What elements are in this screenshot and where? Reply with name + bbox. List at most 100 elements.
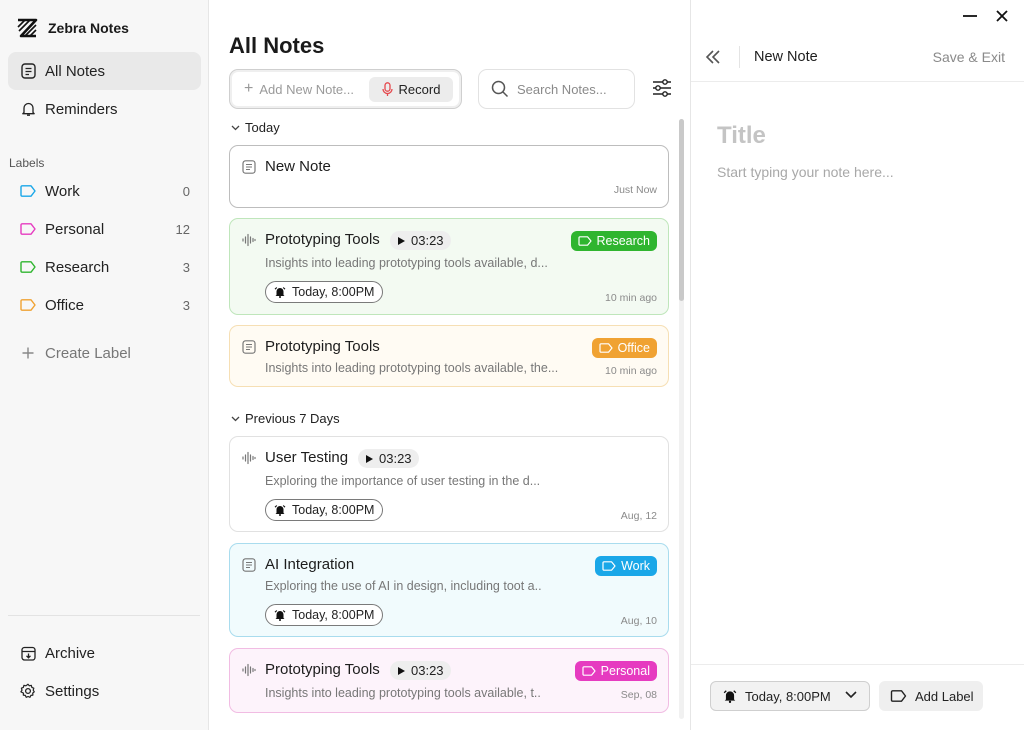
close-button[interactable] [990, 6, 1014, 26]
reminder-text: Today, 8:00PM [292, 608, 375, 622]
nav-label: Reminders [45, 100, 118, 118]
nav-settings[interactable]: Settings [8, 672, 201, 710]
add-label-button[interactable]: Add Label [879, 681, 983, 711]
nav-label: All Notes [45, 62, 106, 80]
chevron-down-icon [845, 691, 857, 699]
body-field[interactable]: Start typing your note here... [717, 164, 894, 180]
note-card[interactable]: Prototyping Tools Office Insights into l… [229, 325, 669, 387]
editor-footer: Today, 8:00PM Add Label [691, 664, 1024, 730]
reminder-text: Today, 8:00PM [292, 503, 375, 517]
nav-all-notes[interactable]: All Notes [8, 52, 201, 90]
note-title: Prototyping Tools [265, 338, 380, 355]
label-item-research[interactable]: Research 3 [8, 248, 201, 286]
label-count: 0 [182, 183, 190, 199]
tag-icon [890, 690, 907, 702]
title-field[interactable]: Title [717, 122, 766, 150]
group-label: Previous 7 Days [245, 411, 340, 426]
note-doc-icon [242, 340, 256, 354]
reminder-text: Today, 8:00PM [292, 285, 375, 299]
scrollbar-thumb[interactable] [679, 119, 684, 301]
tag-icon [20, 297, 36, 313]
note-title: User Testing [265, 449, 349, 466]
sliders-icon [653, 79, 671, 97]
note-time: 10 min ago [605, 365, 657, 377]
audio-wave-icon [242, 663, 256, 677]
note-title: AI Integration [265, 556, 355, 573]
header-divider [739, 46, 740, 68]
badge-text: Office [617, 341, 650, 355]
label-count: 12 [175, 221, 190, 237]
record-button[interactable]: Record [369, 77, 453, 102]
badge-text: Research [596, 234, 651, 248]
label-item-personal[interactable]: Personal 12 [8, 210, 201, 248]
gear-icon [20, 683, 36, 699]
note-time: Sep, 08 [620, 689, 657, 701]
note-card[interactable]: New Note Just Now [229, 145, 669, 208]
reminder-chip[interactable]: Today, 8:00PM [265, 281, 384, 303]
filter-button[interactable] [651, 77, 675, 101]
audio-duration[interactable]: 03:23 [358, 449, 419, 468]
duration-text: 03:23 [379, 451, 412, 466]
duration-text: 03:23 [411, 233, 444, 248]
note-card[interactable]: Prototyping Tools 03:23 Personal Insight… [229, 648, 669, 713]
audio-duration[interactable]: 03:23 [390, 231, 451, 250]
chevron-down-icon [231, 125, 240, 130]
search-placeholder: Search Notes... [517, 81, 607, 97]
alarm-icon [274, 610, 286, 621]
reminder-select[interactable]: Today, 8:00PM [710, 681, 870, 711]
note-title: Prototyping Tools [265, 661, 380, 678]
bell-icon [20, 101, 36, 117]
create-label-text: Create Label [45, 344, 131, 362]
search-icon [491, 80, 509, 98]
label-badge[interactable]: Office [591, 338, 657, 358]
editor-header: New Note Save & Exit [691, 34, 1024, 82]
reminder-chip[interactable]: Today, 8:00PM [265, 604, 384, 626]
note-desc: Insights into leading prototyping tools … [265, 686, 541, 700]
audio-duration[interactable]: 03:23 [390, 661, 451, 680]
double-chevron-left-icon [705, 50, 720, 64]
minimize-button[interactable] [958, 6, 982, 26]
tag-icon [20, 183, 36, 199]
sidebar: Zebra Notes All Notes Reminders Labels W… [0, 0, 209, 730]
label-name: Personal [45, 220, 105, 238]
search-input[interactable]: Search Notes... [478, 69, 635, 109]
group-today-toggle[interactable]: Today [231, 120, 280, 135]
notes-panel: All Notes + Add New Note... Record Searc… [209, 0, 690, 730]
note-desc: Exploring the use of AI in design, inclu… [265, 579, 542, 593]
create-label-button[interactable]: Create Label [8, 334, 201, 372]
note-time: Just Now [613, 184, 657, 196]
group-previous-toggle[interactable]: Previous 7 Days [231, 411, 340, 426]
add-note-placeholder: Add New Note... [259, 81, 354, 97]
label-badge[interactable]: Personal [574, 661, 657, 681]
label-item-work[interactable]: Work 0 [8, 172, 201, 210]
note-time: 10 min ago [605, 292, 657, 304]
note-card[interactable]: AI Integration Work Exploring the use of… [229, 543, 669, 637]
add-note-input[interactable]: + Add New Note... Record [229, 69, 462, 109]
group-label: Today [245, 120, 280, 135]
label-name: Research [45, 258, 110, 276]
note-card[interactable]: Prototyping Tools 03:23 Research Insight… [229, 218, 669, 315]
tag-icon [20, 221, 36, 237]
reminder-value: Today, 8:00PM [745, 688, 831, 704]
note-card[interactable]: User Testing 03:23 Exploring the importa… [229, 436, 669, 532]
nav-reminders[interactable]: Reminders [8, 90, 201, 128]
brand: Zebra Notes [16, 16, 129, 40]
note-title: Prototyping Tools [265, 231, 380, 248]
label-item-office[interactable]: Office 3 [8, 286, 201, 324]
reminder-chip[interactable]: Today, 8:00PM [265, 499, 384, 521]
alarm-icon [274, 287, 286, 298]
note-desc: Insights into leading prototyping tools … [265, 361, 559, 375]
tag-icon [577, 236, 592, 246]
zebra-logo-icon [17, 18, 38, 38]
label-badge[interactable]: Work [595, 556, 657, 576]
alarm-icon [274, 505, 286, 516]
sidebar-divider [8, 615, 200, 616]
close-icon [996, 10, 1008, 22]
plus-icon [20, 345, 36, 361]
save-exit-button[interactable]: Save & Exit [933, 49, 1005, 65]
minimize-icon [963, 15, 977, 17]
collapse-button[interactable] [703, 47, 723, 67]
nav-archive[interactable]: Archive [8, 634, 201, 672]
badge-text: Work [621, 559, 650, 573]
label-badge[interactable]: Research [570, 231, 657, 251]
